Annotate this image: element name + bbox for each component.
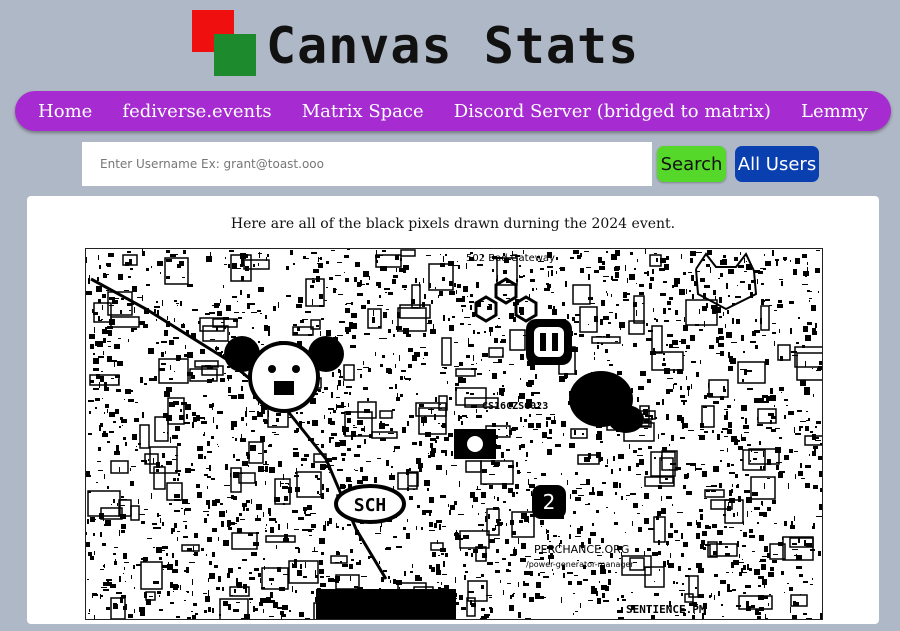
- black-pixels-map: 2 SCH 502 Bad Gateway CS16CZSG023 SENTIE…: [85, 248, 823, 620]
- all-users-button[interactable]: All Users: [735, 146, 819, 182]
- mastodon-logo-drawing: [526, 319, 572, 365]
- map-label-power: /power-generator-manager: [526, 560, 634, 569]
- nav-item-fediverse-events[interactable]: fediverse.events: [122, 101, 271, 122]
- main-nav: Home fediverse.events Matrix Space Disco…: [15, 91, 891, 131]
- nav-item-home[interactable]: Home: [38, 101, 92, 122]
- nav-item-matrix-space[interactable]: Matrix Space: [302, 101, 424, 122]
- map-label-perchance: PERCHANCE.ORG: [534, 543, 629, 556]
- svg-text:2: 2: [543, 490, 556, 514]
- content-card: Here are all of the black pixels drawn d…: [27, 196, 879, 624]
- svg-text:SCH: SCH: [354, 495, 387, 516]
- map-label-cs16: CS16CZSG023: [482, 401, 548, 412]
- site-logo: Canvas Stats: [192, 10, 712, 78]
- matrix-badge-drawing: 2: [532, 485, 566, 519]
- diagonal-stroke: [90, 277, 388, 580]
- username-search-input[interactable]: [82, 142, 652, 186]
- site-title: Canvas Stats: [266, 17, 640, 75]
- nav-item-lemmy[interactable]: Lemmy: [801, 101, 868, 122]
- map-label-sentience: SENTIENCE.PM: [626, 603, 706, 616]
- bottom-stripe: [316, 589, 456, 619]
- logo-green-square: [214, 34, 256, 76]
- sch-badge-drawing: SCH: [334, 484, 406, 524]
- nav-item-discord-server[interactable]: Discord Server (bridged to matrix): [454, 101, 771, 122]
- black-blob: [569, 371, 644, 433]
- search-button[interactable]: Search: [657, 146, 726, 182]
- pixel-map-caption: Here are all of the black pixels drawn d…: [230, 216, 676, 232]
- map-label-502: 502 Bad Gateway: [466, 253, 555, 264]
